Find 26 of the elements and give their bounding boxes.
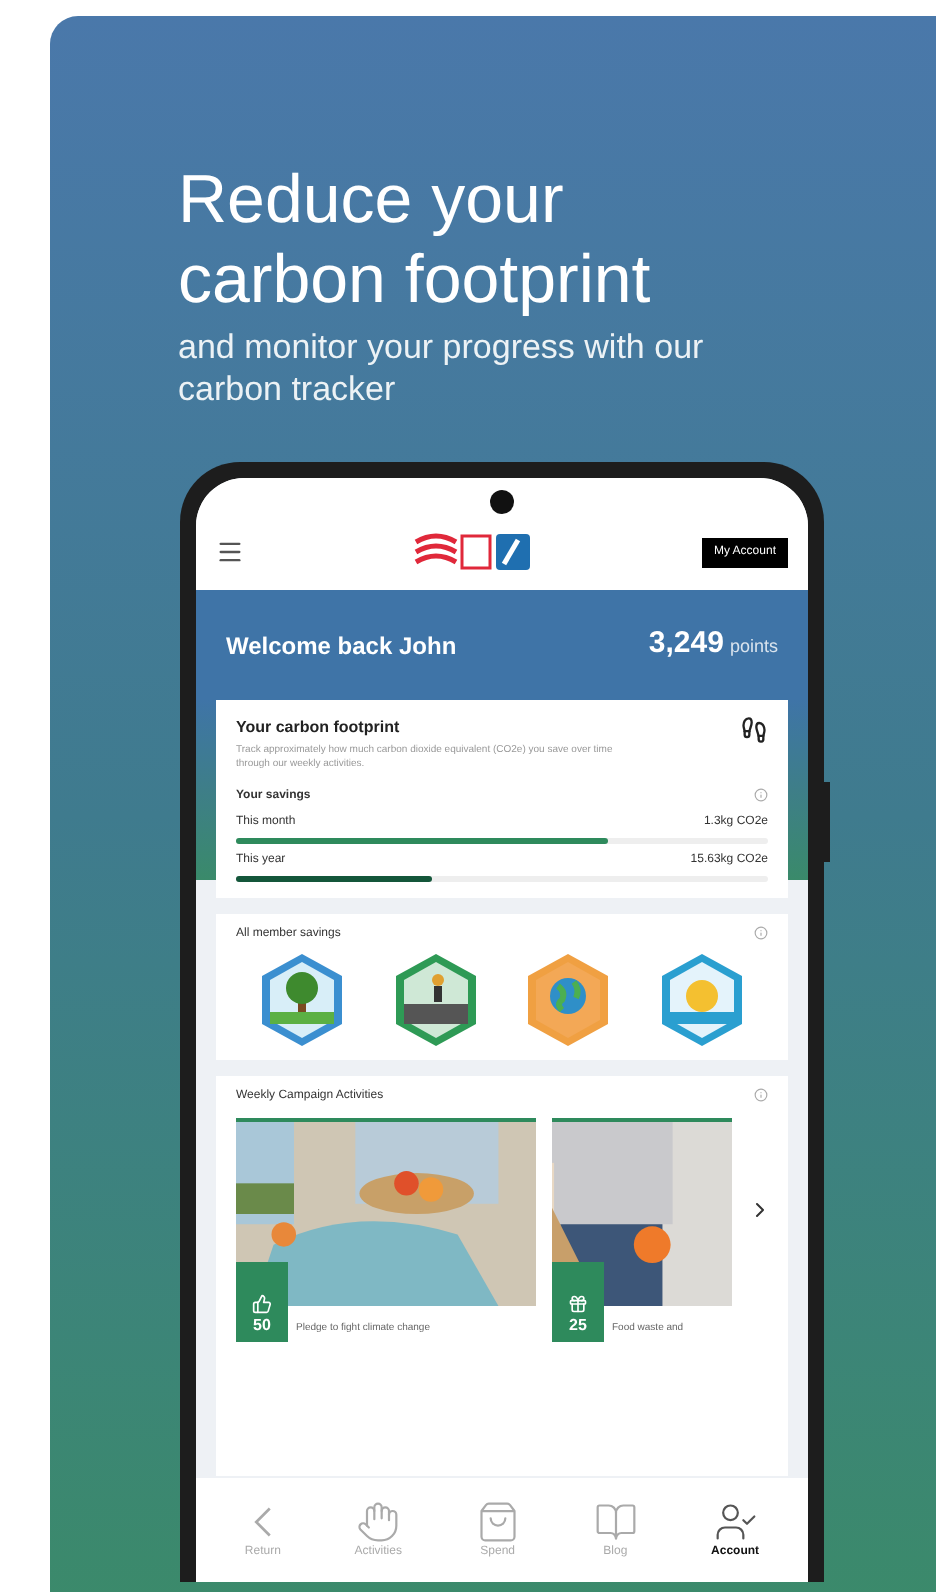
points-value: 3,249 bbox=[648, 624, 724, 665]
menu-icon[interactable] bbox=[216, 538, 244, 566]
camera-icon bbox=[490, 490, 514, 514]
badge-icon bbox=[657, 952, 746, 1048]
badge-icon bbox=[524, 952, 613, 1048]
book-icon bbox=[593, 1499, 638, 1543]
logo-icon bbox=[412, 530, 533, 574]
welcome-text: Welcome back John bbox=[226, 629, 457, 663]
footprint-icon bbox=[740, 716, 768, 744]
gift-icon bbox=[568, 1294, 588, 1314]
card-title: Your carbon footprint bbox=[236, 716, 400, 740]
hand-icon bbox=[356, 1499, 401, 1543]
thumbs-up-icon bbox=[252, 1294, 272, 1314]
chevron-left-icon bbox=[253, 1505, 272, 1537]
info-icon bbox=[754, 788, 768, 802]
points-label: points bbox=[729, 634, 778, 661]
badge-icon bbox=[258, 952, 347, 1048]
subheadline: and monitor your progress with our carbon tracker bbox=[178, 326, 706, 410]
points-value: 50 bbox=[253, 1314, 271, 1338]
badge-icon bbox=[391, 952, 480, 1048]
headline: Reduce your carbon footprint bbox=[178, 160, 653, 320]
user-check-icon bbox=[713, 1499, 758, 1543]
info-icon bbox=[754, 1088, 768, 1102]
bag-icon bbox=[475, 1499, 520, 1543]
info-icon bbox=[754, 926, 768, 940]
points-value: 25 bbox=[569, 1314, 587, 1338]
